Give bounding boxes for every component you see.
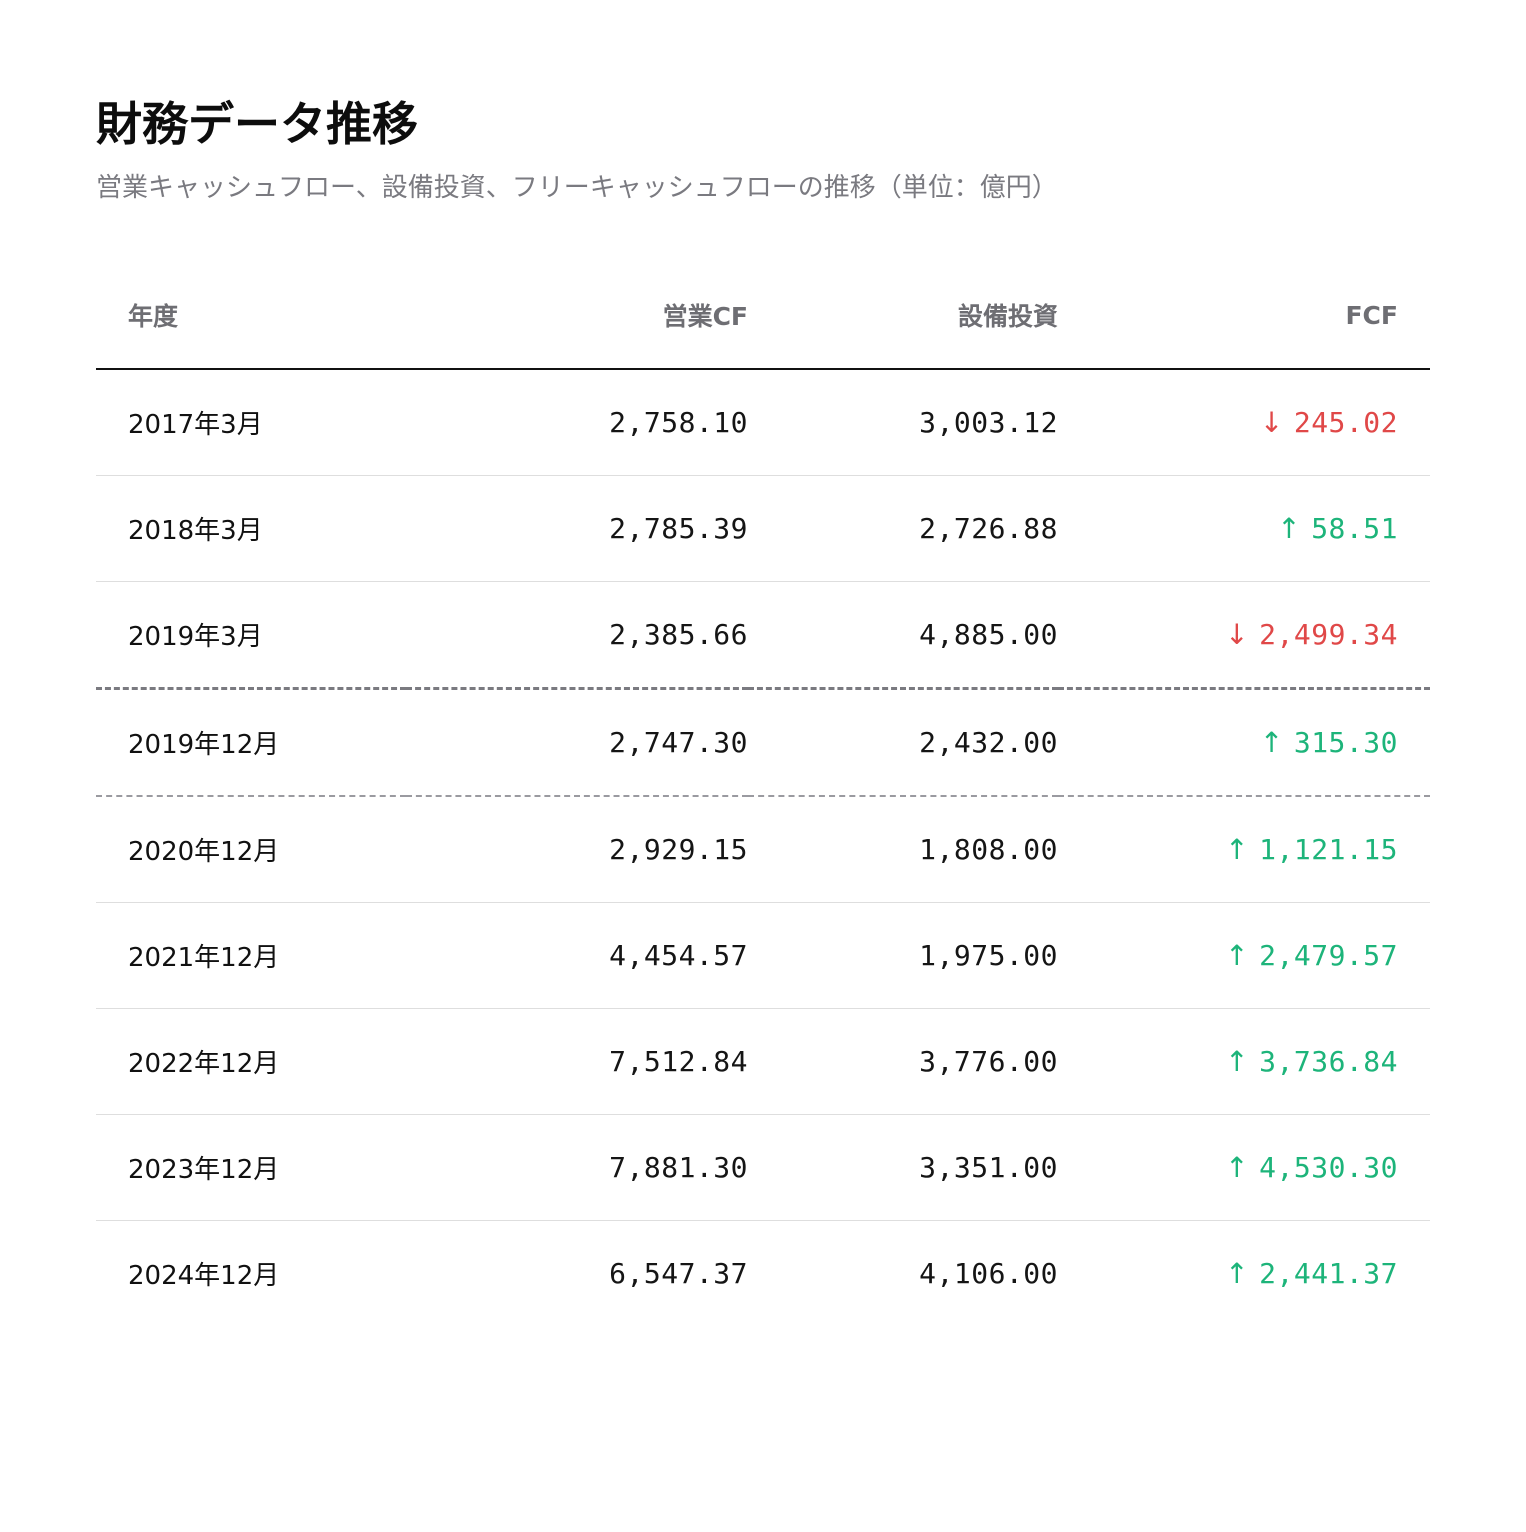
cell-fcf: ↑ 2,479.57 [1058, 902, 1430, 1009]
cell-fcf: ↓ 2,499.34 [1058, 581, 1430, 690]
cell-fcf: ↑ 1,121.15 [1058, 796, 1430, 903]
table-row: 2023年12月 7,881.30 3,351.00 ↑ 4,530.30 [96, 1114, 1430, 1221]
cell-capex: 3,776.00 [748, 1008, 1058, 1115]
cell-operating-cf: 7,881.30 [406, 1114, 748, 1221]
page-title: 財務データ推移 [96, 97, 418, 151]
cell-year: 2017年3月 [96, 369, 406, 476]
cell-year: 2023年12月 [96, 1114, 406, 1221]
arrow-up-icon: ↑ [1225, 1151, 1250, 1184]
table-row: 2018年3月 2,785.39 2,726.88 ↑ 58.51 [96, 475, 1430, 582]
fcf-value: 315.30 [1293, 726, 1398, 759]
arrow-up-icon: ↑ [1225, 939, 1250, 972]
cell-fcf: ↑ 4,530.30 [1058, 1114, 1430, 1221]
column-header-fcf: FCF [1058, 262, 1430, 370]
cell-fcf: ↓ 245.02 [1058, 369, 1430, 476]
cell-operating-cf: 2,929.15 [406, 796, 748, 903]
cell-capex: 3,003.12 [748, 369, 1058, 476]
cell-operating-cf: 4,454.57 [406, 902, 748, 1009]
cell-operating-cf: 2,785.39 [406, 475, 748, 582]
fcf-value: 245.02 [1293, 406, 1398, 439]
cell-year: 2022年12月 [96, 1008, 406, 1115]
cell-capex: 1,808.00 [748, 796, 1058, 903]
cell-year: 2024年12月 [128, 1261, 280, 1291]
arrow-up-icon: ↑ [1225, 1257, 1250, 1290]
arrow-down-icon: ↓ [1259, 406, 1284, 439]
cell-fcf: ↑ 58.51 [1058, 475, 1430, 582]
table-row: 2020年12月 2,929.15 1,808.00 ↑ 1,121.15 [96, 796, 1430, 903]
cell-year: 2020年12月 [96, 796, 406, 903]
cell-capex: 2,432.00 [748, 688, 1058, 797]
cell-fcf: ↑ 2,441.37 [1058, 1221, 1430, 1327]
cell-year: 2021年12月 [96, 902, 406, 1009]
column-header-operating-cf: 営業CF [406, 262, 748, 370]
cell-capex: 4,106.00 [919, 1257, 1058, 1290]
table-row: 2017年3月 2,758.10 3,003.12 ↓ 245.02 [96, 369, 1430, 476]
table-row: 2019年3月 2,385.66 4,885.00 ↓ 2,499.34 [96, 581, 1430, 690]
cell-capex: 4,885.00 [748, 581, 1058, 690]
arrow-up-icon: ↑ [1259, 726, 1284, 759]
table-row: 2019年12月 2,747.30 2,432.00 ↑ 315.30 [96, 688, 1430, 797]
cell-operating-cf: 7,512.84 [406, 1008, 748, 1115]
cell-capex: 1,975.00 [748, 902, 1058, 1009]
column-header-capex: 設備投資 [748, 262, 1058, 370]
fcf-value: 4,530.30 [1259, 1151, 1398, 1184]
table-header-row: 年度 営業CF 設備投資 FCF [96, 262, 1430, 370]
cell-operating-cf: 2,747.30 [406, 688, 748, 797]
fcf-value: 2,499.34 [1259, 618, 1398, 651]
cell-year: 2019年3月 [96, 581, 406, 690]
cell-fcf: ↑ 315.30 [1058, 688, 1430, 797]
fcf-value: 2,441.37 [1259, 1257, 1398, 1290]
arrow-up-icon: ↑ [1225, 1045, 1250, 1078]
cell-year: 2018年3月 [96, 475, 406, 582]
fcf-value: 1,121.15 [1259, 833, 1398, 866]
table-header: 年度 営業CF 設備投資 FCF [96, 262, 1430, 370]
cell-operating-cf: 2,385.66 [406, 581, 748, 690]
fcf-value: 58.51 [1311, 512, 1398, 545]
cell-fcf: ↑ 3,736.84 [1058, 1008, 1430, 1115]
arrow-up-icon: ↑ [1225, 833, 1250, 866]
financial-data-page: 財務データ推移 営業キャッシュフロー、設備投資、フリーキャッシュフローの推移（単… [96, 92, 1430, 1326]
cell-operating-cf: 6,547.37 [609, 1257, 748, 1290]
arrow-down-icon: ↓ [1225, 618, 1250, 651]
cell-year: 2019年12月 [96, 688, 406, 797]
table-body: 2017年3月 2,758.10 3,003.12 ↓ 245.02 2018年3月 2,7… [96, 369, 1430, 1326]
table-row: 2024年12月 6,547.37 4,106.00 ↑ 2,441.37 [96, 1221, 1430, 1327]
cell-capex: 3,351.00 [748, 1114, 1058, 1221]
arrow-up-icon: ↑ [1277, 512, 1302, 545]
financial-table: 年度 営業CF 設備投資 FCF 2017年3月 2,758.10 3,003.12… [96, 262, 1430, 1326]
fcf-value: 3,736.84 [1259, 1045, 1398, 1078]
table-row: 2021年12月 4,454.57 1,975.00 ↑ 2,479.57 [96, 902, 1430, 1009]
fcf-value: 2,479.57 [1259, 939, 1398, 972]
cell-operating-cf: 2,758.10 [406, 369, 748, 476]
column-header-year: 年度 [96, 262, 406, 370]
page-subtitle: 営業キャッシュフロー、設備投資、フリーキャッシュフローの推移（単位：億円） [96, 173, 1058, 203]
table-row: 2022年12月 7,512.84 3,776.00 ↑ 3,736.84 [96, 1008, 1430, 1115]
cell-capex: 2,726.88 [748, 475, 1058, 582]
